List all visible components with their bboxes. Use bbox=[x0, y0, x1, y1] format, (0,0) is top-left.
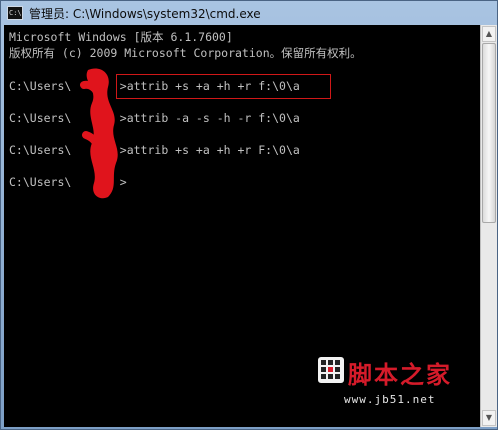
scroll-up-icon[interactable]: ▲ bbox=[482, 26, 496, 42]
vertical-scrollbar[interactable]: ▲ ▼ bbox=[480, 25, 497, 427]
console-output[interactable]: Microsoft Windows [版本 6.1.7600] 版权所有 (c)… bbox=[4, 25, 480, 427]
cmd-icon[interactable]: C:\ bbox=[7, 6, 23, 20]
title-bar[interactable]: C:\ 管理员: C:\Windows\system32\cmd.exe bbox=[1, 1, 497, 25]
command-highlight-box bbox=[116, 74, 331, 99]
scroll-down-icon[interactable]: ▼ bbox=[482, 410, 496, 426]
console-line: Microsoft Windows [版本 6.1.7600] bbox=[9, 30, 233, 44]
watermark: 脚本之家 www.jb51.net bbox=[318, 355, 458, 415]
watermark-logo-icon bbox=[318, 357, 344, 383]
console-line: 版权所有 (c) 2009 Microsoft Corporation。保留所有… bbox=[9, 46, 362, 60]
console-line: C:\Users\ >attrib -a -s -h -r f:\0\a bbox=[9, 111, 300, 125]
cmd-window: C:\ 管理员: C:\Windows\system32\cmd.exe Mic… bbox=[0, 0, 498, 430]
console-line: C:\Users\ >attrib +s +a +h +r F:\0\a bbox=[9, 143, 300, 157]
scroll-thumb[interactable] bbox=[482, 43, 496, 223]
redaction-scribble bbox=[80, 68, 118, 199]
watermark-url: www.jb51.net bbox=[344, 393, 436, 406]
window-title: 管理员: C:\Windows\system32\cmd.exe bbox=[29, 6, 261, 21]
watermark-title: 脚本之家 bbox=[348, 360, 452, 389]
